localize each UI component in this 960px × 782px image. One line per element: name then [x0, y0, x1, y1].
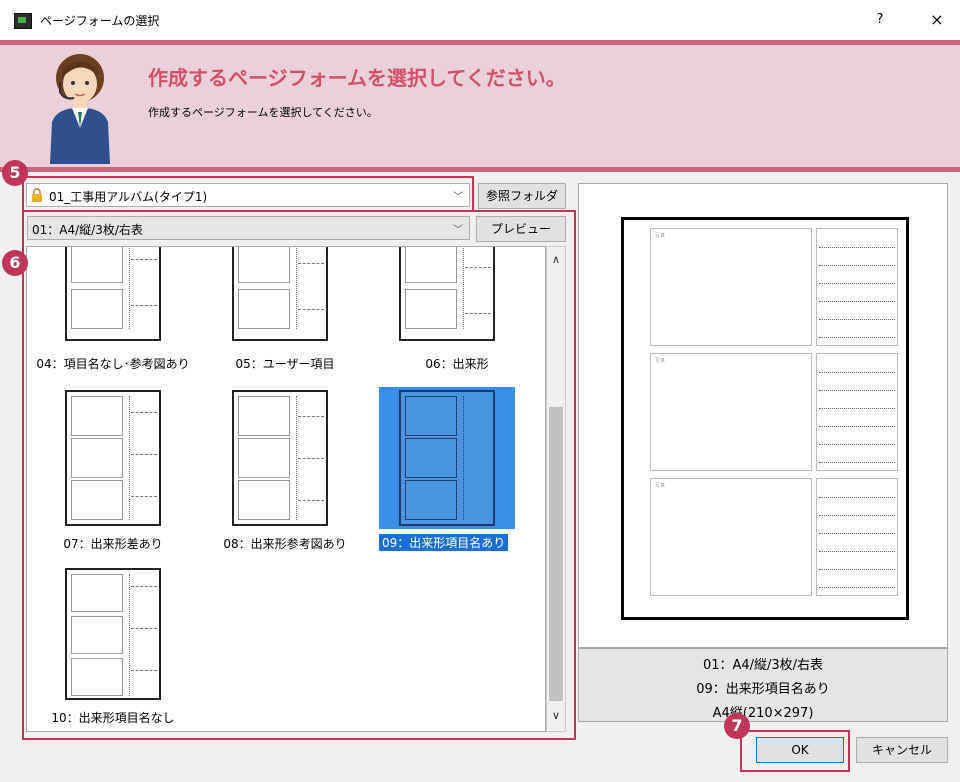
- help-button[interactable]: ?: [868, 9, 892, 31]
- preview-page: 写真 写真 写真: [621, 217, 909, 620]
- preview-photo-frame: 写真: [650, 353, 812, 471]
- preview-panel: 写真 写真 写真: [578, 183, 948, 648]
- page-subheading: 作成するページフォームを選択してください。: [148, 106, 378, 119]
- preview-photo-frame: 写真: [650, 478, 812, 596]
- preview-photo-frame: 写真: [650, 228, 812, 346]
- info-form-name: 09：出来形項目名あり: [696, 682, 830, 697]
- callout-7-badge: 7: [724, 713, 750, 739]
- preview-table: [816, 353, 898, 471]
- preview-table: [816, 228, 898, 346]
- header-banner: [0, 40, 960, 172]
- preview-table: [816, 478, 898, 596]
- info-paper-size: A4縦(210×297): [712, 706, 814, 721]
- close-button[interactable]: ×: [922, 9, 952, 31]
- app-icon: [14, 13, 32, 29]
- cancel-button[interactable]: キャンセル: [856, 737, 948, 763]
- callout-6-badge: 6: [2, 250, 28, 276]
- page-heading: 作成するページフォームを選択してください。: [148, 66, 566, 90]
- operator-avatar-icon: [50, 54, 110, 164]
- info-form-size: 01：A4/縦/3枚/右表: [702, 658, 824, 673]
- title-bar: ページフォームの選択 ? ×: [0, 0, 960, 40]
- callout-7-frame: [740, 730, 850, 772]
- window-title: ページフォームの選択: [40, 14, 160, 28]
- form-info-box: 01：A4/縦/3枚/右表 09：出来形項目名あり A4縦(210×297): [578, 648, 948, 722]
- callout-6-frame: [22, 210, 576, 740]
- callout-5-badge: 5: [2, 160, 28, 186]
- callout-5-frame: [22, 176, 474, 212]
- browse-folder-button[interactable]: 参照フォルダ: [478, 183, 566, 209]
